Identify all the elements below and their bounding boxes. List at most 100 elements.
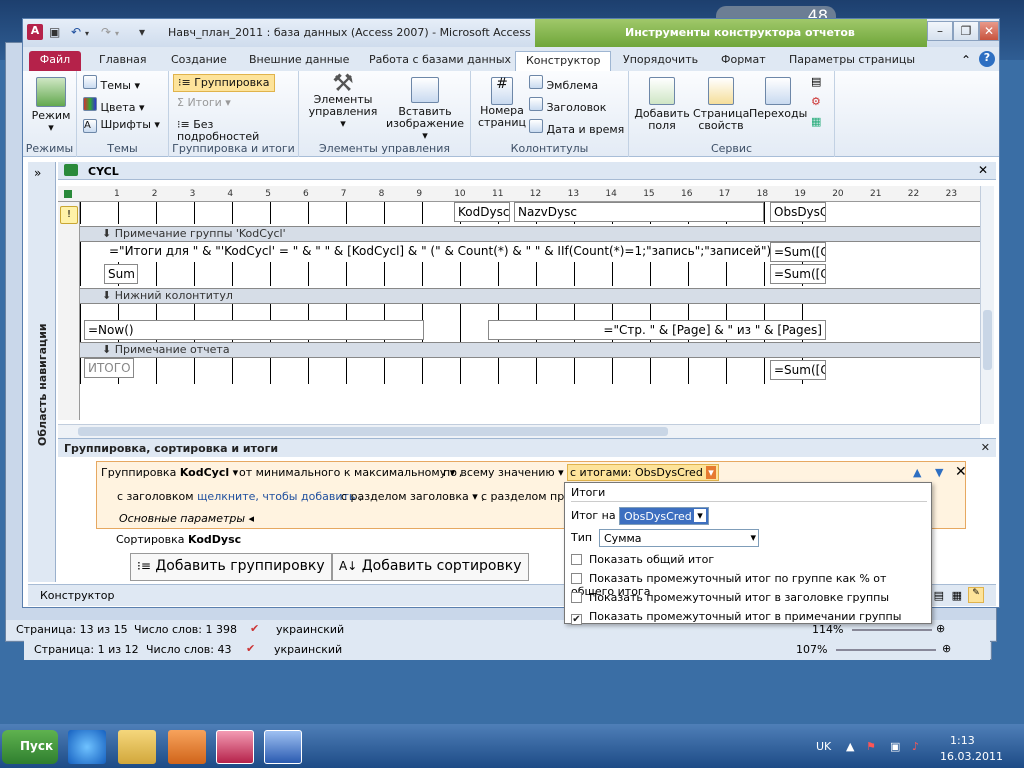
word2-page[interactable]: Страница: 1 из 12	[34, 643, 139, 656]
print-preview-icon[interactable]: ▤	[934, 589, 944, 602]
themes-button[interactable]: Темы ▾	[83, 75, 140, 92]
sum-textbox-3[interactable]: =Sum([C	[770, 360, 826, 380]
date-time-button[interactable]: Дата и время	[529, 119, 624, 136]
tab-cycl[interactable]: CYCL	[88, 165, 119, 178]
zoom-slider[interactable]	[836, 649, 936, 651]
report-design-surface[interactable]: KodDysc NazvDysc ObsDysC ⬇ Примечание гр…	[80, 202, 980, 420]
tab-arrange[interactable]: Упорядочить	[613, 51, 708, 71]
design-view-icon[interactable]: ✎	[968, 587, 984, 603]
checkbox[interactable]	[571, 554, 582, 565]
code-icon[interactable]: ⚙	[811, 95, 821, 108]
redo-icon[interactable]: ↷	[101, 25, 111, 39]
fonts-button[interactable]: A Шрифты ▾	[83, 119, 160, 133]
controls-button[interactable]: ⚒ Элементы управления ▾	[305, 71, 381, 130]
now-textbox[interactable]: =Now()	[84, 320, 424, 340]
pages-textbox[interactable]: ="Стр. " & [Page] & " из " & [Pages]	[488, 320, 826, 340]
expand-nav-icon[interactable]: »	[34, 166, 41, 180]
warning-icon[interactable]: !	[60, 206, 78, 224]
kod-dysc-textbox[interactable]: KodDysc	[454, 202, 510, 222]
show-hidden-icon[interactable]: ▲	[846, 740, 854, 753]
start-button[interactable]: Пуск	[2, 730, 58, 764]
property-sheet-button[interactable]: Страница свойств	[693, 77, 749, 132]
add-group-button[interactable]: ⁝≡ Добавить группировку	[130, 553, 332, 581]
word2-zoom[interactable]: 107%	[796, 643, 827, 656]
delete-level-icon[interactable]: ✕	[955, 464, 967, 480]
customize-qat-icon[interactable]: ▾	[139, 25, 145, 39]
access-taskbar-icon[interactable]	[216, 730, 254, 764]
header-section-dropdown[interactable]: с разделом заголовка ▾ ,	[341, 490, 485, 503]
move-up-icon[interactable]: ▲	[913, 466, 921, 479]
header-option[interactable]: с заголовком щелкните, чтобы добавить ,	[117, 490, 362, 503]
tab-database-tools[interactable]: Работа с базами данных	[359, 51, 521, 71]
layout-view-icon[interactable]: ▦	[952, 589, 962, 602]
logo-button[interactable]: Эмблема	[529, 75, 598, 92]
tab-external-data[interactable]: Внешние данные	[239, 51, 359, 71]
group-on-dropdown[interactable]: по всему значению ▾ ,	[443, 466, 571, 479]
vertical-scrollbar[interactable]	[980, 186, 994, 424]
tab-create[interactable]: Создание	[161, 51, 237, 71]
tab-page-setup[interactable]: Параметры страницы	[779, 51, 925, 71]
language-indicator[interactable]: UK	[816, 740, 831, 753]
word2-words[interactable]: Число слов: 43	[146, 643, 232, 656]
minimize-ribbon-icon[interactable]: ⌃	[961, 53, 971, 67]
horizontal-scrollbar[interactable]	[58, 424, 980, 438]
undo-dropdown-icon[interactable]: ▾	[85, 29, 89, 38]
obs-dysc-textbox[interactable]: ObsDysC	[770, 202, 826, 222]
word2-lang[interactable]: украинский	[274, 643, 342, 656]
sum-label[interactable]: Sum	[104, 264, 138, 284]
zoom-in-icon[interactable]: ⊕	[942, 642, 951, 655]
insert-image-button[interactable]: Вставить изображение ▾	[385, 77, 465, 142]
footer-section-dropdown[interactable]: с разделом приме	[481, 490, 565, 503]
grouping-button[interactable]: ⁝≡ Группировка	[173, 74, 275, 92]
option-grand-total[interactable]: Показать общий итог	[571, 553, 714, 566]
tab-file[interactable]: Файл	[29, 51, 81, 71]
word1-lang[interactable]: украинский	[276, 623, 344, 636]
checkbox-checked[interactable]: ✔	[571, 614, 582, 625]
itogo-label[interactable]: ИТОГО	[84, 358, 134, 378]
save-icon[interactable]: ▣	[49, 25, 60, 39]
zoom-slider[interactable]	[852, 629, 932, 631]
clock-time[interactable]: 1:13	[950, 734, 975, 747]
sort-order-dropdown[interactable]: от минимального к максимальному ▾ ,	[239, 466, 462, 479]
volume-icon[interactable]: ♪	[912, 740, 919, 753]
title-button[interactable]: Заголовок	[529, 97, 606, 114]
zoom-in-icon[interactable]: ⊕	[936, 622, 945, 635]
group-footer-section[interactable]: ⬇ Примечание группы 'KodCycl'	[80, 226, 980, 242]
tab-order-button[interactable]: Переходы	[749, 77, 807, 120]
navigation-pane[interactable]: » Область навигации	[28, 162, 56, 582]
add-fields-button[interactable]: Добавить поля	[633, 77, 691, 132]
report-selector-icon[interactable]	[64, 190, 72, 198]
page-footer-section[interactable]: ⬇ Нижний колонтитул	[80, 288, 980, 304]
report-footer-section[interactable]: ⬇ Примечание отчета	[80, 342, 980, 358]
summary-expression[interactable]: ="Итоги для " & "'KodCycl' = " & " " & […	[106, 242, 770, 262]
checkbox[interactable]	[571, 592, 582, 603]
colors-button[interactable]: Цвета ▾	[83, 97, 144, 114]
scroll-thumb[interactable]	[983, 310, 992, 370]
tab-design[interactable]: Конструктор	[515, 51, 612, 71]
close-pane-icon[interactable]: ✕	[981, 441, 990, 454]
spellcheck-icon[interactable]: ✔	[246, 642, 255, 655]
sum-textbox-2[interactable]: =Sum([C	[770, 264, 826, 284]
word-taskbar-icon[interactable]	[264, 730, 302, 764]
nazv-dysc-textbox[interactable]: NazvDysc	[514, 202, 764, 222]
sum-textbox-1[interactable]: =Sum([C	[770, 242, 826, 262]
word1-words[interactable]: Число слов: 1 398	[134, 623, 237, 636]
explorer-icon[interactable]	[118, 730, 156, 764]
close-document-icon[interactable]: ✕	[978, 163, 988, 177]
total-on-select[interactable]: ObsDysCred ▾	[619, 507, 709, 525]
spellcheck-icon[interactable]: ✔	[250, 622, 259, 635]
close-icon[interactable]: ✕	[979, 21, 999, 41]
help-icon[interactable]: ?	[979, 51, 995, 67]
action-center-icon[interactable]: ⚑	[866, 740, 876, 753]
redo-dropdown-icon[interactable]: ▾	[115, 29, 119, 38]
totals-button[interactable]: Σ Итоги ▾	[177, 97, 231, 109]
option-subtotal-header[interactable]: Показать промежуточный итог в заголовке …	[571, 591, 889, 604]
tab-home[interactable]: Главная	[89, 51, 157, 71]
access-logo-icon[interactable]: A	[27, 24, 43, 40]
type-select[interactable]: Сумма ▾	[599, 529, 759, 547]
media-player-icon[interactable]	[168, 730, 206, 764]
view-button[interactable]: Режим ▾	[29, 77, 73, 134]
header-link[interactable]: щелкните, чтобы добавить	[197, 490, 355, 503]
totals-dropdown[interactable]: с итогами: ObsDysCred ▾	[567, 464, 719, 481]
tab-format[interactable]: Формат	[711, 51, 776, 71]
